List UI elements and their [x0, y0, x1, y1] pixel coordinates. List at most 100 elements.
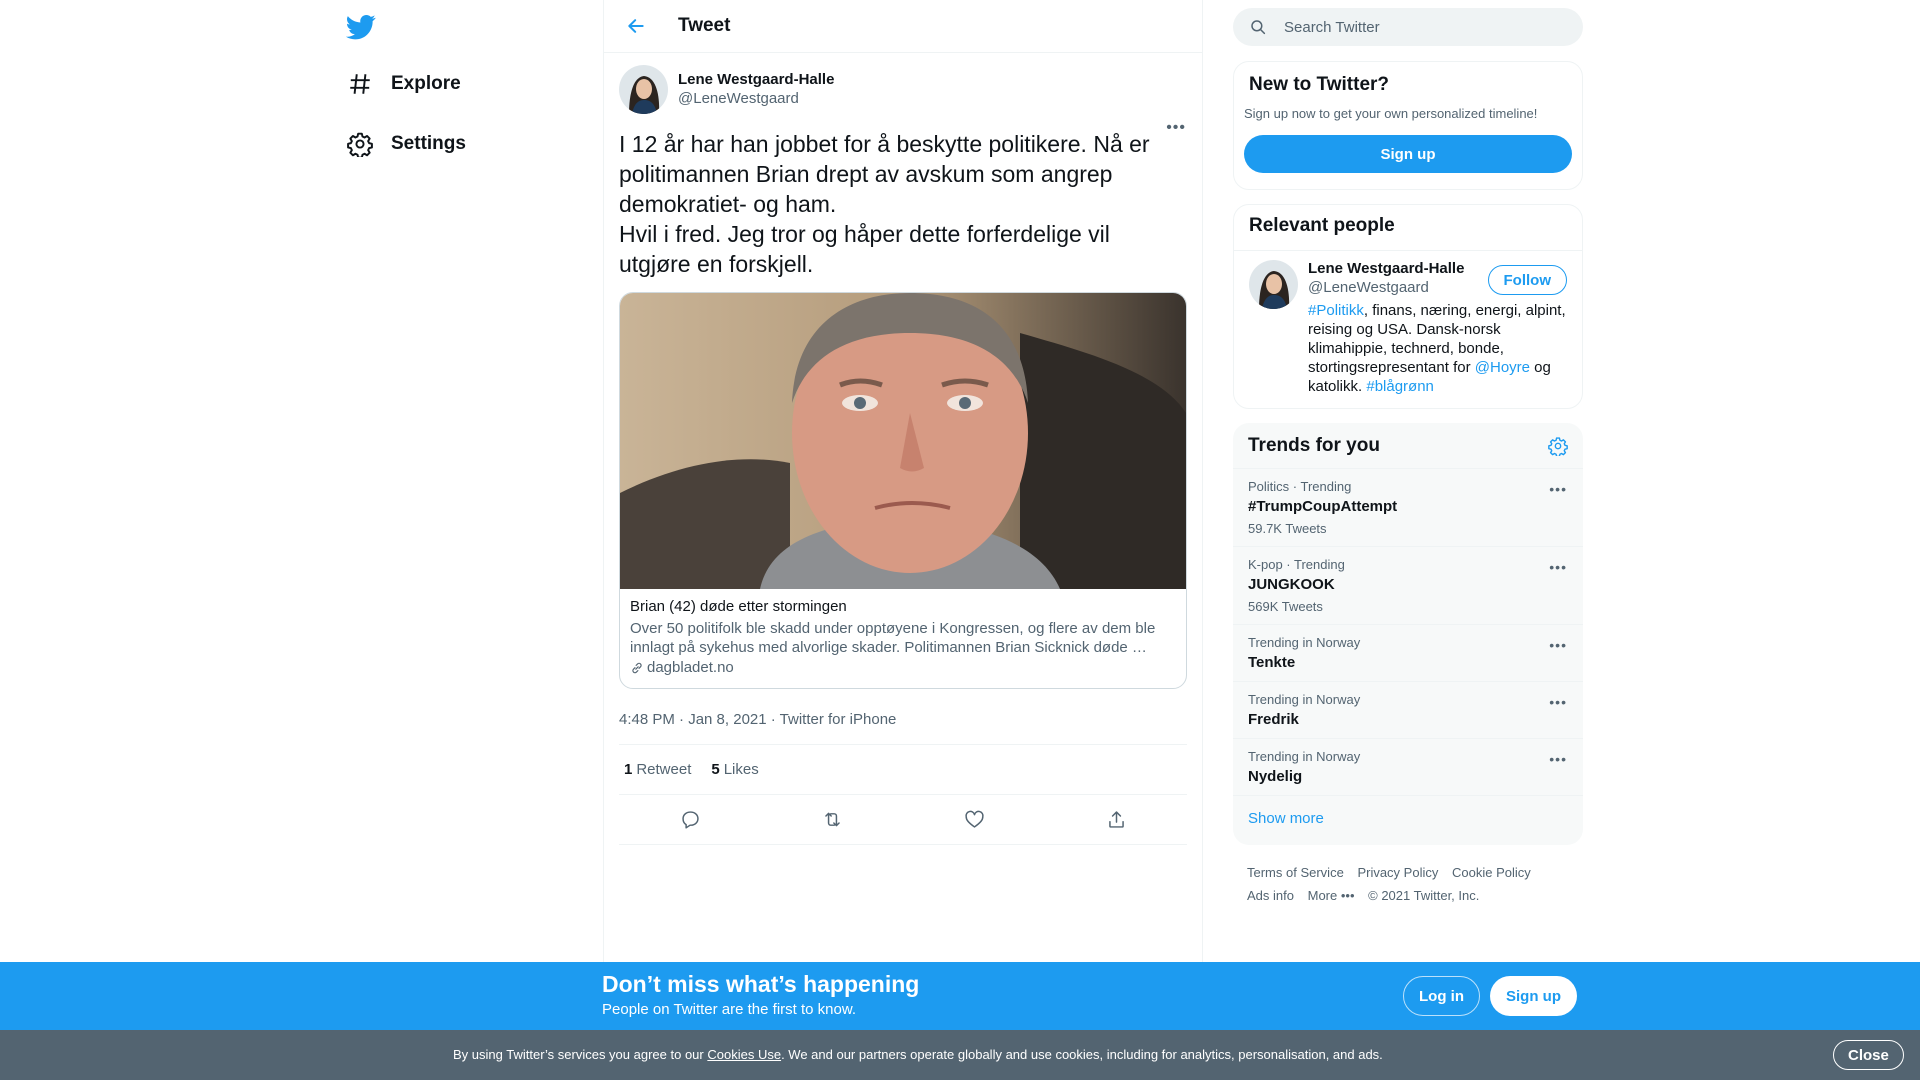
trends-panel: Trends for you Politics · Trending #Trum…: [1233, 423, 1583, 845]
footer-link[interactable]: Terms of Service: [1247, 865, 1344, 880]
author-handle[interactable]: @LeneWestgaard: [678, 90, 834, 107]
trend-category: Trending in Norway: [1248, 635, 1361, 650]
search-icon: [1251, 20, 1266, 35]
footer-copyright: © 2021 Twitter, Inc.: [1368, 888, 1480, 903]
share-icon[interactable]: [1106, 809, 1127, 830]
heart-icon[interactable]: [964, 809, 985, 830]
retweet-count[interactable]: 1: [624, 761, 632, 778]
card-image: [620, 293, 1186, 589]
trend-name: Nydelig: [1248, 768, 1303, 785]
cookie-text-before: By using Twitter’s services you agree to…: [453, 1047, 708, 1062]
new-to-twitter-panel: New to Twitter? Sign up now to get your …: [1233, 61, 1583, 190]
back-button[interactable]: [618, 8, 654, 44]
trend-item[interactable]: Trending in Norway Nydelig •••: [1233, 739, 1583, 796]
arrow-left-icon: [628, 19, 644, 33]
search-input[interactable]: [1284, 18, 1544, 36]
footer-link[interactable]: Privacy Policy: [1357, 865, 1438, 880]
trend-item[interactable]: Trending in Norway Tenkte •••: [1233, 625, 1583, 682]
author-name[interactable]: Lene Westgaard-Halle: [678, 71, 834, 88]
like-count[interactable]: 5: [711, 761, 719, 778]
bio-hashtag-politikk[interactable]: #Politikk: [1308, 302, 1364, 319]
trend-name: Tenkte: [1248, 654, 1296, 671]
trend-category: Politics · Trending: [1248, 479, 1352, 494]
nav-settings[interactable]: Settings: [343, 122, 466, 166]
nav-settings-label: Settings: [391, 133, 466, 154]
trend-category: K-pop · Trending: [1248, 557, 1345, 572]
tweet-stats: 1 Retweet 5 Likes: [619, 745, 1187, 795]
card-domain-text: dagbladet.no: [647, 659, 734, 676]
retweet-label[interactable]: Retweet: [636, 761, 691, 778]
cookies-use-link[interactable]: Cookies Use: [707, 1047, 781, 1062]
nav-explore[interactable]: Explore: [343, 62, 461, 106]
new-to-twitter-subtitle: Sign up now to get your own personalized…: [1244, 106, 1538, 121]
avatar[interactable]: [1249, 260, 1298, 309]
trend-name: Fredrik: [1248, 711, 1299, 728]
login-button[interactable]: Log in: [1403, 976, 1480, 1016]
trend-item[interactable]: K-pop · Trending JUNGKOOK 569K Tweets ••…: [1233, 547, 1583, 625]
new-to-twitter-title: New to Twitter?: [1249, 74, 1390, 95]
trend-count: 569K Tweets: [1248, 599, 1323, 614]
relevant-person-bio: #Politikk, finans, næring, energi, alpin…: [1308, 301, 1567, 396]
trends-title: Trends for you: [1248, 434, 1380, 456]
cookie-text: By using Twitter’s services you agree to…: [453, 1047, 1383, 1062]
bio-hashtag-blagronn[interactable]: #blågrønn: [1366, 378, 1434, 395]
banner-subtitle: People on Twitter are the first to know.: [602, 1001, 857, 1018]
more-options-icon[interactable]: •••: [1549, 559, 1567, 575]
right-sidebar: New to Twitter? Sign up now to get your …: [1233, 0, 1583, 907]
link-card[interactable]: Brian (42) døde etter stormingen Over 50…: [619, 292, 1187, 689]
relevant-people-title: Relevant people: [1234, 205, 1582, 251]
relevant-person[interactable]: Lene Westgaard-Halle @LeneWestgaard #Pol…: [1234, 251, 1582, 408]
tweet-meta: 4:48 PM · Jan 8, 2021 · Twitter for iPho…: [619, 711, 1187, 745]
footer-links: Terms of Service Privacy Policy Cookie P…: [1233, 861, 1583, 907]
show-more-link[interactable]: Show more: [1233, 796, 1583, 845]
signup-button[interactable]: Sign up: [1490, 976, 1577, 1016]
trends-header: Trends for you: [1233, 423, 1583, 469]
gear-icon[interactable]: [1548, 436, 1568, 456]
more-options-icon[interactable]: •••: [1549, 694, 1567, 710]
gear-icon: [347, 132, 373, 157]
trend-category: Trending in Norway: [1248, 692, 1361, 707]
trend-name: JUNGKOOK: [1248, 576, 1335, 593]
card-title: Brian (42) døde etter stormingen: [630, 598, 847, 615]
tweet-author: Lene Westgaard-Halle @LeneWestgaard: [619, 63, 1187, 115]
more-options-icon[interactable]: •••: [1549, 637, 1567, 653]
cookie-bar: By using Twitter’s services you agree to…: [0, 1030, 1920, 1080]
bio-mention-hoyre[interactable]: @Hoyre: [1475, 359, 1530, 376]
tweet-timestamp[interactable]: 4:48 PM · Jan 8, 2021: [619, 711, 767, 728]
tweet-column: Tweet Lene Westgaard-Halle @LeneWestgaar…: [603, 0, 1203, 962]
more-options-icon[interactable]: •••: [1549, 751, 1567, 767]
bottom-signup-banner: Don’t miss what’s happening People on Tw…: [0, 962, 1920, 1030]
cookie-close-button[interactable]: Close: [1833, 1040, 1904, 1070]
trend-item[interactable]: Politics · Trending #TrumpCoupAttempt 59…: [1233, 469, 1583, 547]
sidebar-signup-button[interactable]: Sign up: [1244, 135, 1572, 173]
page-title: Tweet: [678, 15, 731, 36]
twitter-bird-icon[interactable]: [345, 12, 376, 42]
cookie-text-after: . We and our partners operate globally a…: [781, 1047, 1383, 1062]
card-domain: dagbladet.no: [630, 659, 1176, 676]
avatar[interactable]: [619, 64, 668, 114]
retweet-icon[interactable]: [822, 809, 843, 830]
tweet-actions: [619, 795, 1187, 845]
like-label[interactable]: Likes: [724, 761, 759, 778]
tweet-text: I 12 år har han jobbet for å beskytte po…: [619, 131, 1150, 277]
footer-link[interactable]: Ads info: [1247, 888, 1294, 903]
banner-title: Don’t miss what’s happening: [602, 971, 920, 997]
hashtag-icon: [350, 74, 370, 94]
footer-link[interactable]: Cookie Policy: [1452, 865, 1531, 880]
trend-category: Trending in Norway: [1248, 749, 1361, 764]
meta-separator: ·: [766, 711, 780, 728]
search-bar[interactable]: [1233, 8, 1583, 46]
page-header: Tweet: [604, 0, 1202, 53]
more-options-icon[interactable]: •••: [1549, 481, 1567, 497]
link-icon: [632, 662, 642, 673]
trend-count: 59.7K Tweets: [1248, 521, 1327, 536]
tweet: Lene Westgaard-Halle @LeneWestgaard ••• …: [604, 53, 1202, 845]
tweet-source[interactable]: Twitter for iPhone: [780, 711, 897, 728]
trend-name: #TrumpCoupAttempt: [1248, 498, 1398, 515]
relevant-people-panel: Relevant people Lene Westgaard-Halle @Le…: [1233, 204, 1583, 409]
more-options-icon[interactable]: •••: [1166, 119, 1186, 137]
trend-item[interactable]: Trending in Norway Fredrik •••: [1233, 682, 1583, 739]
reply-icon[interactable]: [680, 809, 701, 830]
follow-button[interactable]: Follow: [1487, 265, 1567, 295]
footer-more-link[interactable]: More •••: [1308, 888, 1355, 903]
